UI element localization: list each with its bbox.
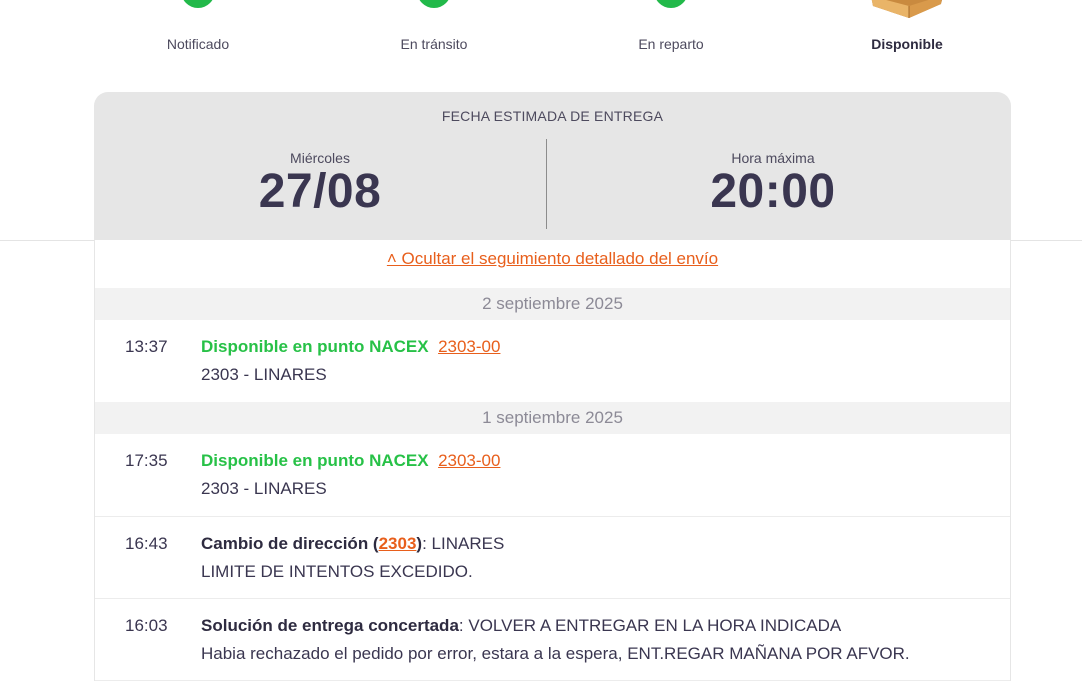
step-label: Notificado xyxy=(166,36,230,52)
event-status-line: Cambio de dirección (2303): LINARES xyxy=(201,534,504,554)
delivery-time: Hora máxima 20:00 xyxy=(547,150,999,218)
step-done-icon xyxy=(181,0,215,8)
tracking-details: ˄ Ocultar el seguimiento detallado del e… xyxy=(94,240,1011,681)
event-detail: 2303 - LINARES xyxy=(201,479,327,498)
event-status-line: Solución de entrega concertada: VOLVER A… xyxy=(201,616,841,636)
event-inline-text: : VOLVER A ENTREGAR EN LA HORA INDICADA xyxy=(458,616,842,635)
delivery-day-label: Miércoles xyxy=(290,150,350,166)
step-done-icon xyxy=(654,0,688,8)
delivery-date: Miércoles 27/08 xyxy=(94,150,546,218)
agency-code-link[interactable]: 2303-00 xyxy=(438,451,500,470)
step-label: En reparto xyxy=(638,36,704,52)
step-done-icon xyxy=(417,0,451,8)
event-detail: Habia rechazado el pedido por error, est… xyxy=(201,644,910,663)
progress-steps: Notificado En tránsito En reparto Dispon… xyxy=(0,0,1082,80)
event-time: 16:03 xyxy=(125,616,168,635)
event-inline-text: : LINARES xyxy=(422,534,505,553)
delivery-date-value: 27/08 xyxy=(258,165,382,218)
event-separator xyxy=(95,598,1010,599)
event-status: Disponible en punto NACEX xyxy=(201,337,429,356)
date-header: 1 septiembre 2025 xyxy=(95,402,1010,434)
agency-code-link[interactable]: 2303 xyxy=(379,534,417,553)
event-status-line: Disponible en punto NACEX 2303-00 xyxy=(201,451,500,471)
package-box-icon xyxy=(871,0,942,18)
event-status-line: Disponible en punto NACEX 2303-00 xyxy=(201,337,500,357)
event-time: 13:37 xyxy=(125,337,168,356)
date-header: 2 septiembre 2025 xyxy=(95,288,1010,320)
event-detail: LIMITE DE INTENTOS EXCEDIDO. xyxy=(201,562,473,581)
tracking-page: Notificado En tránsito En reparto Dispon… xyxy=(0,0,1082,681)
event-separator xyxy=(95,516,1010,517)
delivery-time-label: Hora máxima xyxy=(731,150,815,166)
agency-code-link[interactable]: 2303-00 xyxy=(438,337,500,356)
estimated-delivery-title: FECHA ESTIMADA DE ENTREGA xyxy=(441,108,664,124)
estimated-delivery-card: FECHA ESTIMADA DE ENTREGA Miércoles 27/0… xyxy=(94,92,1011,240)
step-label: En tránsito xyxy=(400,36,468,52)
step-label: Disponible xyxy=(871,36,943,52)
event-status-prefix: Cambio de dirección ( xyxy=(201,534,379,553)
event-time: 16:43 xyxy=(125,534,168,553)
event-time: 17:35 xyxy=(125,451,168,470)
event-status: Disponible en punto NACEX xyxy=(201,451,429,470)
event-detail: 2303 - LINARES xyxy=(201,365,327,384)
event-status: Solución de entrega concertada xyxy=(201,616,459,635)
hide-tracking-link[interactable]: ˄ Ocultar el seguimiento detallado del e… xyxy=(95,249,1010,269)
delivery-time-value: 20:00 xyxy=(710,165,836,218)
